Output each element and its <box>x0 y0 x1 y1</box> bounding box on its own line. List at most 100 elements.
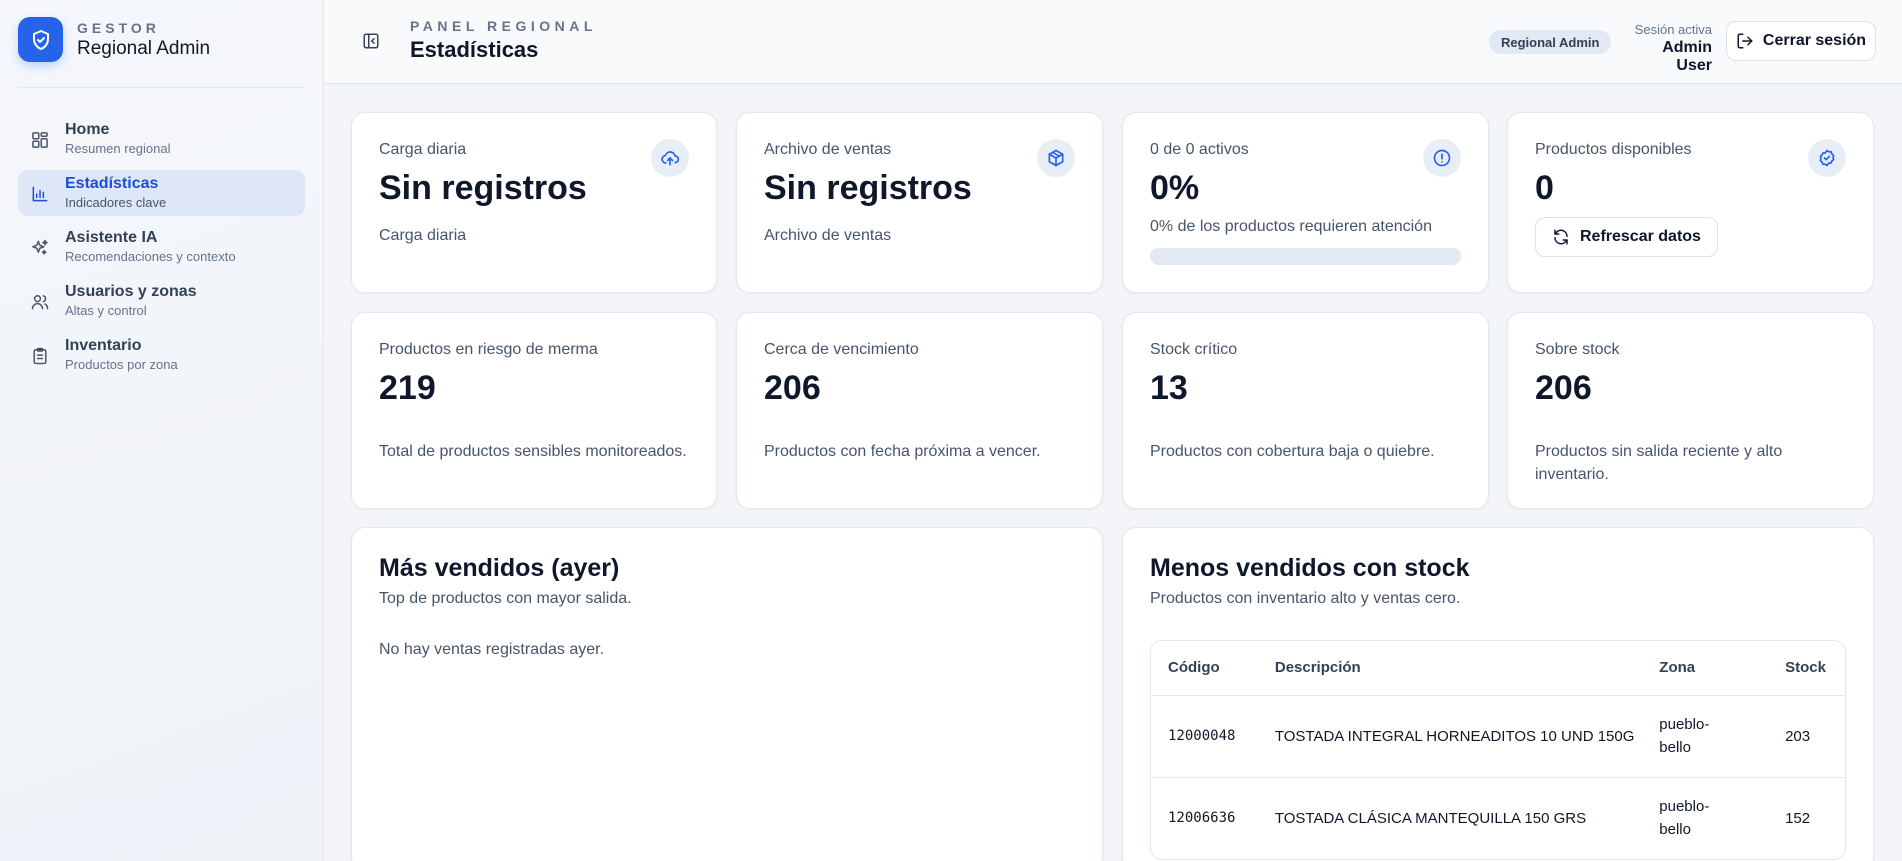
table-row[interactable]: 12000048 TOSTADA INTEGRAL HORNEADITOS 10… <box>1151 695 1845 778</box>
stat-desc: Productos con cobertura baja o quiebre. <box>1150 443 1435 460</box>
stat-card-productos-disponibles: Productos disponibles 0 Refrescar datos <box>1507 112 1874 293</box>
session-user: Admin User <box>1662 39 1712 74</box>
sidebar-item-sub: Indicadores clave <box>65 195 167 210</box>
sidebar-item-home[interactable]: Home Resumen regional <box>18 116 305 162</box>
stat-label: Archivo de ventas <box>764 141 892 158</box>
refresh-icon <box>1554 229 1568 245</box>
stat-desc: Productos con fecha próxima a vencer. <box>764 443 1041 460</box>
brand-eyebrow: GESTOR <box>77 19 160 36</box>
sidebar-item-label: Home <box>65 121 110 138</box>
cell-descripcion: TOSTADA INTEGRAL HORNEADITOS 10 UND 150G <box>1257 695 1643 778</box>
stat-label: Productos en riesgo de merma <box>379 341 598 358</box>
stat-label: Cerca de vencimiento <box>764 341 919 358</box>
sidebar-item-inventario[interactable]: Inventario Productos por zona <box>18 332 305 378</box>
empty-state: No hay ventas registradas ayer. <box>379 641 605 658</box>
stat-card-sobre-stock: Sobre stock 206 Productos sin salida rec… <box>1507 312 1874 509</box>
stat-sub: Archivo de ventas <box>764 227 892 244</box>
attention-progress-bar <box>1150 248 1461 265</box>
stat-value: 13 <box>1150 369 1188 407</box>
stat-desc: Productos sin salida reciente y alto inv… <box>1535 443 1783 483</box>
cell-zona: pueblo-bello <box>1642 777 1769 859</box>
column-header-codigo[interactable]: Código <box>1151 641 1258 696</box>
column-header-descripcion[interactable]: Descripción <box>1257 641 1643 696</box>
stat-card-archivo-ventas: Archivo de ventas Sin registros Archivo … <box>736 112 1103 293</box>
panel-title: Más vendidos (ayer) <box>379 554 620 582</box>
sidebar-item-label: Estadísticas <box>65 175 159 192</box>
logout-icon <box>1737 33 1753 49</box>
cell-zona: pueblo-bello <box>1642 695 1769 778</box>
sidebar-item-label: Asistente IA <box>65 229 158 246</box>
refresh-data-button[interactable]: Refrescar datos <box>1535 217 1718 257</box>
stat-desc: Total de productos sensibles monitoreado… <box>379 443 687 460</box>
stat-label: Stock crítico <box>1150 341 1238 358</box>
cell-codigo: 12006636 <box>1151 777 1258 859</box>
column-header-stock[interactable]: Stock <box>1768 641 1845 696</box>
session-label: Sesión activa <box>1634 22 1712 37</box>
panel-subtitle: Top de productos con mayor salida. <box>379 590 632 607</box>
stat-value: Sin registros <box>764 169 972 207</box>
cell-descripcion: TOSTADA CLÁSICA MANTEQUILLA 150 GRS <box>1257 777 1643 859</box>
page-title: Estadísticas <box>410 37 539 62</box>
header-eyebrow: PANEL REGIONAL <box>410 18 597 34</box>
sidebar-item-estadisticas[interactable]: Estadísticas Indicadores clave <box>18 170 305 216</box>
stat-card-cerca-vencimiento: Cerca de vencimiento 206 Productos con f… <box>736 312 1103 509</box>
brand-title: Regional Admin <box>77 37 211 59</box>
stat-label: Sobre stock <box>1535 341 1620 358</box>
sidebar-item-label: Inventario <box>65 337 142 354</box>
logout-label: Cerrar sesión <box>1762 32 1867 49</box>
stat-value: Sin registros <box>379 169 587 207</box>
package-icon <box>1037 139 1075 177</box>
best-sellers-panel: Más vendidos (ayer) Top de productos con… <box>351 527 1103 861</box>
bar-chart-icon <box>32 186 48 202</box>
clipboard-list-icon <box>33 347 47 365</box>
sidebar-item-sub: Resumen regional <box>65 141 171 156</box>
stat-value: 0% <box>1150 169 1200 207</box>
sidebar-toggle-icon[interactable] <box>362 32 380 50</box>
stat-card-activos: 0 de 0 activos 0% 0% de los productos re… <box>1122 112 1489 293</box>
top-header: PANEL REGIONAL Estadísticas Regional Adm… <box>324 0 1902 84</box>
sidebar-item-sub: Recomendaciones y contexto <box>65 249 236 264</box>
stat-value: 206 <box>764 369 821 407</box>
sidebar-item-usuarios-zonas[interactable]: Usuarios y zonas Altas y control <box>18 278 305 324</box>
sparkles-icon <box>32 239 48 255</box>
stat-value: 0 <box>1535 169 1554 207</box>
sidebar-item-label: Usuarios y zonas <box>65 283 197 300</box>
stat-card-carga-diaria: Carga diaria Sin registros Carga diaria <box>351 112 717 293</box>
table-row[interactable]: 12006636 TOSTADA CLÁSICA MANTEQUILLA 150… <box>1151 777 1845 859</box>
stat-value: 206 <box>1535 369 1592 407</box>
alert-circle-icon <box>1423 139 1461 177</box>
divider <box>18 87 305 88</box>
brand[interactable]: GESTOR Regional Admin <box>18 17 210 62</box>
stat-value: 219 <box>379 369 436 407</box>
role-badge: Regional Admin <box>1489 30 1612 54</box>
logout-button[interactable]: Cerrar sesión <box>1726 21 1876 61</box>
cell-stock: 203 <box>1768 695 1845 778</box>
table-header-row: Código Descripción Zona Stock <box>1151 641 1845 696</box>
low-sellers-table: Código Descripción Zona Stock 12000048 T… <box>1150 640 1846 860</box>
stat-sub: Carga diaria <box>379 227 467 244</box>
panel-subtitle: Productos con inventario alto y ventas c… <box>1150 590 1461 607</box>
column-header-zona[interactable]: Zona <box>1642 641 1769 696</box>
sidebar-item-asistente-ia[interactable]: Asistente IA Recomendaciones y contexto <box>18 224 305 270</box>
stat-label: 0 de 0 activos <box>1150 141 1249 158</box>
cell-codigo: 12000048 <box>1151 695 1258 778</box>
panel-title: Menos vendidos con stock <box>1150 554 1470 582</box>
low-sellers-panel: Menos vendidos con stock Productos con i… <box>1122 527 1874 861</box>
dashboard-grid-icon <box>32 132 48 148</box>
stat-card-stock-critico: Stock crítico 13 Productos con cobertura… <box>1122 312 1489 509</box>
refresh-label: Refrescar datos <box>1580 228 1701 245</box>
cell-stock: 152 <box>1768 777 1845 859</box>
sidebar-nav: Home Resumen regional Estadísticas Indic… <box>18 116 305 386</box>
cloud-upload-icon <box>651 139 689 177</box>
stat-sub: 0% de los productos requieren atención <box>1150 218 1432 235</box>
stat-label: Carga diaria <box>379 141 467 158</box>
stat-label: Productos disponibles <box>1535 141 1692 158</box>
stat-card-riesgo-merma: Productos en riesgo de merma 219 Total d… <box>351 312 717 509</box>
sidebar-item-sub: Productos por zona <box>65 357 178 372</box>
session-info: Sesión activa Admin User <box>1626 22 1712 75</box>
shield-check-icon <box>18 17 63 62</box>
sidebar-item-sub: Altas y control <box>65 303 147 318</box>
sidebar: GESTOR Regional Admin Home Resumen regio… <box>0 0 324 861</box>
check-circle-icon <box>1808 139 1846 177</box>
users-icon <box>31 295 49 310</box>
